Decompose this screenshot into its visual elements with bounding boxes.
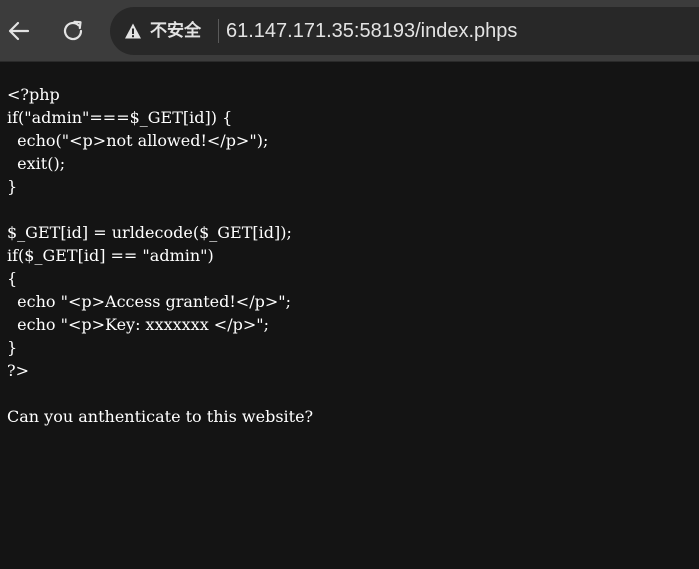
code-line: } — [7, 177, 18, 196]
address-bar[interactable]: 不安全 61.147.171.35:58193/index.phps — [110, 7, 699, 55]
code-line: echo "<p>Access granted!</p>"; — [7, 292, 291, 311]
url-text[interactable]: 61.147.171.35:58193/index.phps — [226, 19, 517, 43]
warning-triangle-icon — [125, 23, 141, 39]
code-line: ?> — [7, 361, 29, 380]
code-line: { — [7, 269, 18, 288]
source-code-block: <?php if("admin"===$_GET[id]) { echo("<p>… — [7, 83, 313, 428]
security-label: 不安全 — [150, 21, 201, 41]
security-indicator[interactable]: 不安全 — [124, 21, 201, 41]
reload-icon — [63, 20, 83, 41]
code-line: $_GET[id] = urldecode($_GET[id]); — [7, 223, 292, 242]
code-line: <?php — [7, 85, 60, 104]
browser-toolbar: 不安全 61.147.171.35:58193/index.phps — [0, 0, 699, 62]
code-line: Can you anthenticate to this website? — [7, 407, 314, 426]
browser-window: 不安全 61.147.171.35:58193/index.phps <?php… — [0, 0, 699, 569]
back-arrow-icon — [8, 21, 30, 41]
code-line: } — [7, 338, 18, 357]
address-bar-divider — [218, 19, 219, 43]
page-content: <?php if("admin"===$_GET[id]) { echo("<p>… — [0, 62, 699, 569]
code-line: if($_GET[id] == "admin") — [7, 246, 214, 265]
code-line: echo "<p>Key: xxxxxxx </p>"; — [7, 315, 269, 334]
back-button[interactable] — [3, 15, 35, 47]
reload-button[interactable] — [57, 15, 89, 47]
code-line: if("admin"===$_GET[id]) { — [7, 108, 233, 127]
code-line: echo("<p>not allowed!</p>"); — [7, 131, 269, 150]
code-line: exit(); — [7, 154, 66, 173]
